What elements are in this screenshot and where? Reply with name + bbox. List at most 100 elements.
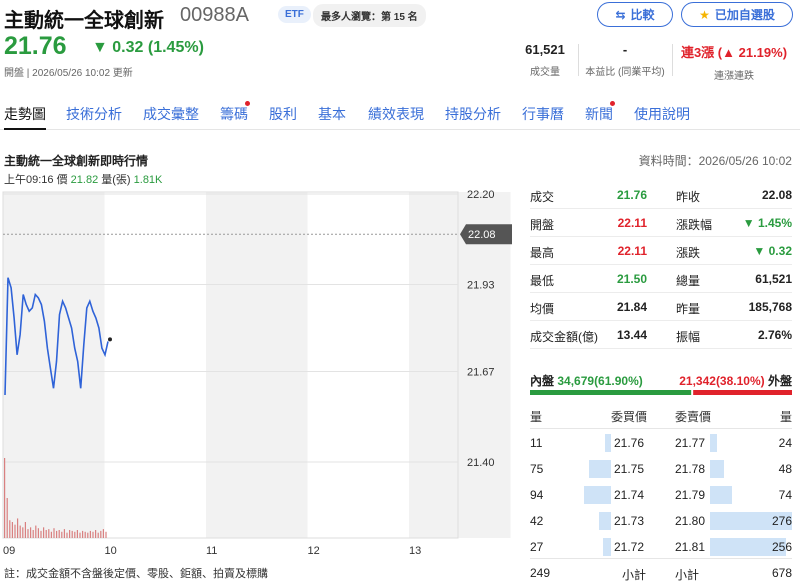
volume-bar (84, 531, 86, 538)
volume-bar (48, 529, 50, 538)
volume-bar (50, 531, 52, 538)
tab-technical[interactable]: 技術分析 (66, 104, 122, 124)
quote-value: 22.11 (617, 244, 647, 258)
bid-qty: 94 (530, 488, 544, 502)
compare-button[interactable]: ⇆ 比較 (597, 2, 673, 27)
add-watchlist-button[interactable]: ★ 已加自選股 (681, 2, 793, 27)
tab-calendar[interactable]: 行事曆 (522, 104, 564, 124)
ask-price: 21.80 (675, 514, 706, 528)
stat-label: 成交量 (530, 67, 560, 78)
hover-info: 上午09:16 價 21.82 量(張) 1.81K (4, 171, 162, 187)
bid-qty: 42 (530, 514, 544, 528)
ask-qty: 24 (778, 436, 792, 450)
quote-label: 開盤 (530, 218, 555, 232)
stat-value: 61,521 (525, 42, 565, 57)
volume-bar (45, 530, 47, 538)
volume-bar (9, 520, 11, 538)
bid-depth-bar (603, 538, 611, 556)
total-ask-qty: 678 (771, 566, 792, 580)
divider (530, 292, 792, 293)
quote-label: 成交 (530, 190, 555, 204)
volume-bar (37, 528, 39, 538)
ask-qty: 74 (778, 488, 792, 502)
bid-qty: 11 (530, 436, 543, 450)
bid-qty: 27 (530, 540, 544, 554)
stat-volume: 61,521 成交量 (512, 42, 578, 78)
x-tick-label: 09 (3, 545, 15, 557)
stock-name: 主動統一全球創新 (4, 10, 164, 32)
intraday-chart[interactable]: 22.20 21.93 21.67 21.40 22.08 09 10 11 12 13 (0, 186, 520, 562)
divider (530, 558, 792, 559)
volume-bar (97, 532, 99, 538)
tab-holdings[interactable]: 持股分析 (445, 104, 501, 124)
bid-depth-bar (599, 512, 611, 530)
bid-price: 21.73 (614, 514, 645, 528)
total-bid-qty: 249 (530, 566, 551, 580)
divider (530, 264, 792, 265)
ask-price: 21.79 (675, 488, 706, 502)
volume-bar (30, 527, 32, 538)
tab-dividend[interactable]: 股利 (269, 104, 297, 124)
stat-label: 本益比 (同業平均) (585, 67, 665, 78)
tab-help[interactable]: 使用說明 (634, 104, 690, 124)
quote-row: 成交金額(億) 13.44 振幅 2.76% (530, 328, 792, 356)
ask-qty: 276 (771, 514, 792, 528)
current-price: 21.76 (4, 32, 67, 60)
volume-bar (32, 530, 34, 538)
volume-bar (63, 529, 65, 538)
stat-value: 連3漲 (▲ 21.19%) (680, 45, 788, 60)
y-tick-label: 21.67 (467, 367, 495, 379)
outer-group: 21,342(38.10%) 外盤 (679, 372, 792, 389)
compare-label: 比較 (630, 8, 655, 22)
quote-value: 61,521 (755, 272, 792, 286)
quote-label: 均價 (530, 302, 555, 316)
ask-depth-bar (710, 460, 724, 478)
ask-price: 21.81 (675, 540, 706, 554)
stat-value: - (622, 42, 628, 57)
hover-price: 21.82 (70, 174, 99, 186)
watchlist-label: 已加自選股 (714, 8, 775, 22)
volume-bar (69, 530, 71, 538)
quote-row: 最低 21.50 總量 61,521 (530, 272, 792, 300)
quote-value: ▼ 0.32 (753, 244, 792, 258)
volume-bar (89, 530, 91, 538)
quote-value: 13.44 (616, 328, 647, 342)
volume-bar (27, 529, 29, 538)
volume-bar (35, 525, 37, 538)
volume-bar (76, 530, 78, 538)
quote-label: 最低 (530, 274, 555, 288)
tab-basic[interactable]: 基本 (318, 104, 346, 124)
divider (530, 428, 792, 429)
outer-value: 21,342(38.10%) (679, 374, 765, 388)
ask-depth-bar (710, 486, 733, 504)
tab-chips[interactable]: 籌碼 (220, 104, 248, 124)
volume-bar (95, 530, 97, 538)
tab-bar: 走勢圖 技術分析 成交彙整 籌碼 股利 基本 績效表現 持股分析 行事曆 新聞 … (0, 101, 800, 130)
quote-label: 昨收 (676, 190, 701, 204)
bid-depth-bar (589, 460, 611, 478)
tab-chart[interactable]: 走勢圖 (4, 104, 46, 130)
divider (530, 208, 792, 209)
prev-close-label: 22.08 (468, 229, 496, 241)
ask-depth-bar (710, 434, 718, 452)
stat-label: 連漲連跌 (714, 71, 754, 82)
quote-label: 漲跌 (676, 246, 701, 260)
tab-news[interactable]: 新聞 (585, 104, 613, 124)
ask-qty: 48 (778, 462, 792, 476)
quote-value: 22.08 (761, 188, 792, 202)
hover-price-label: 價 (56, 174, 68, 186)
head-ask-price: 委賣價 (675, 410, 712, 424)
divider (530, 348, 792, 349)
x-tick-label: 10 (105, 545, 117, 557)
tab-performance[interactable]: 績效表現 (368, 104, 424, 124)
bid-depth-bar (605, 434, 611, 452)
quote-row: 成交 21.76 昨收 22.08 (530, 188, 792, 216)
bid-qty: 75 (530, 462, 544, 476)
section-title: 主動統一全球創新即時行情 (4, 154, 149, 168)
volume-bar (61, 531, 63, 538)
tab-trades[interactable]: 成交彙整 (143, 104, 199, 124)
price-change: ▼ 0.32 (1.45%) (92, 39, 204, 56)
inner-ratio-bar (530, 390, 692, 395)
volume-bar (79, 532, 81, 538)
bid-price: 21.72 (614, 540, 645, 554)
